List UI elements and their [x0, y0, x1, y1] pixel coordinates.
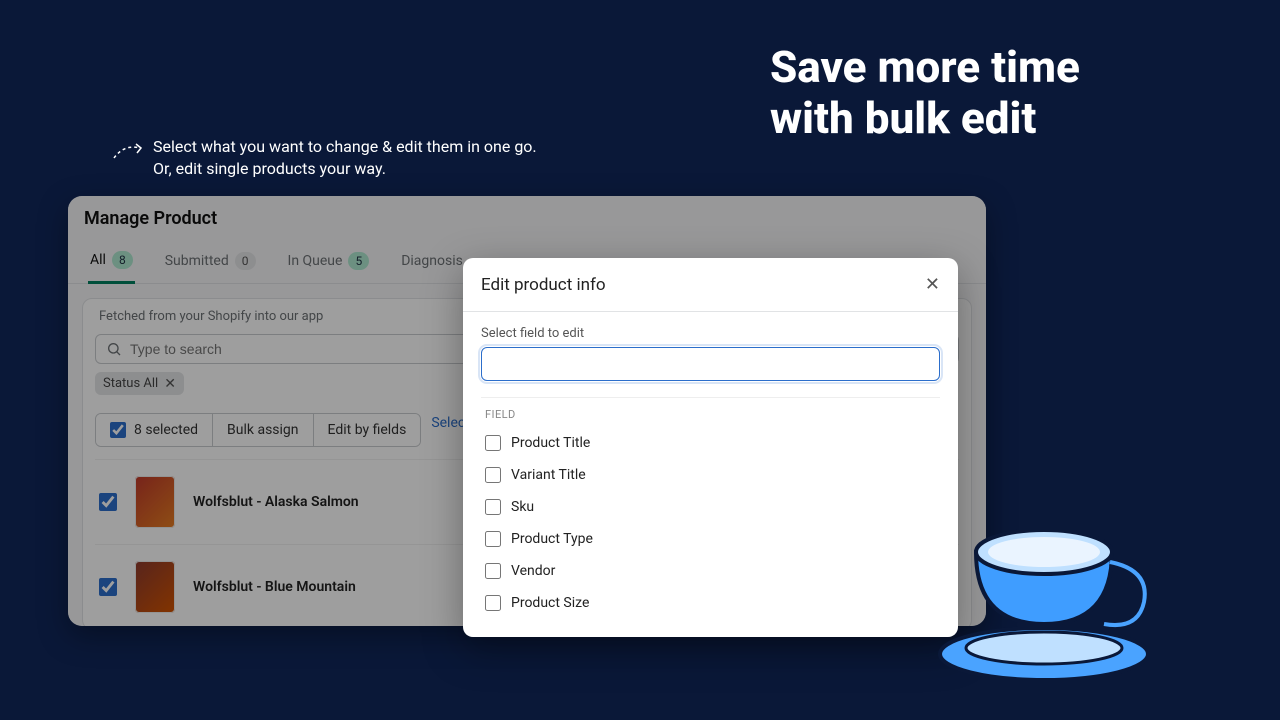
dropdown-group-label: FIELD [481, 398, 940, 427]
hero-heading: Save more time with bulk edit [770, 42, 1080, 143]
option-checkbox[interactable] [485, 531, 501, 547]
option-checkbox[interactable] [485, 435, 501, 451]
hero-line2: with bulk edit [770, 93, 1080, 144]
field-select-input[interactable] [481, 347, 940, 381]
option-label: Sku [511, 499, 534, 515]
edit-product-modal: Edit product info ✕ Select field to edit… [463, 258, 958, 637]
subtext-line2: Or, edit single products your way. [153, 158, 537, 180]
subtext-line1: Select what you want to change & edit th… [153, 136, 537, 158]
option-checkbox[interactable] [485, 595, 501, 611]
option-vendor[interactable]: Vendor [481, 555, 940, 587]
hero-line1: Save more time [770, 42, 1080, 93]
field-label: Select field to edit [481, 326, 940, 341]
option-label: Product Size [511, 595, 589, 611]
hero-subtext: Select what you want to change & edit th… [153, 136, 537, 179]
option-product-title[interactable]: Product Title [481, 427, 940, 459]
option-product-type[interactable]: Product Type [481, 523, 940, 555]
option-checkbox[interactable] [485, 467, 501, 483]
modal-title: Edit product info [481, 275, 606, 295]
arrow-decoration-icon [110, 134, 146, 170]
option-label: Product Type [511, 531, 593, 547]
field-dropdown: FIELD Product Title Variant Title Sku Pr… [481, 397, 940, 619]
option-sku[interactable]: Sku [481, 491, 940, 523]
option-label: Product Title [511, 435, 590, 451]
teacup-illustration-icon [934, 492, 1164, 684]
option-checkbox[interactable] [485, 499, 501, 515]
option-variant-title[interactable]: Variant Title [481, 459, 940, 491]
option-label: Variant Title [511, 467, 586, 483]
close-icon[interactable]: ✕ [925, 274, 940, 295]
option-checkbox[interactable] [485, 563, 501, 579]
option-label: Vendor [511, 563, 555, 579]
option-product-size[interactable]: Product Size [481, 587, 940, 619]
